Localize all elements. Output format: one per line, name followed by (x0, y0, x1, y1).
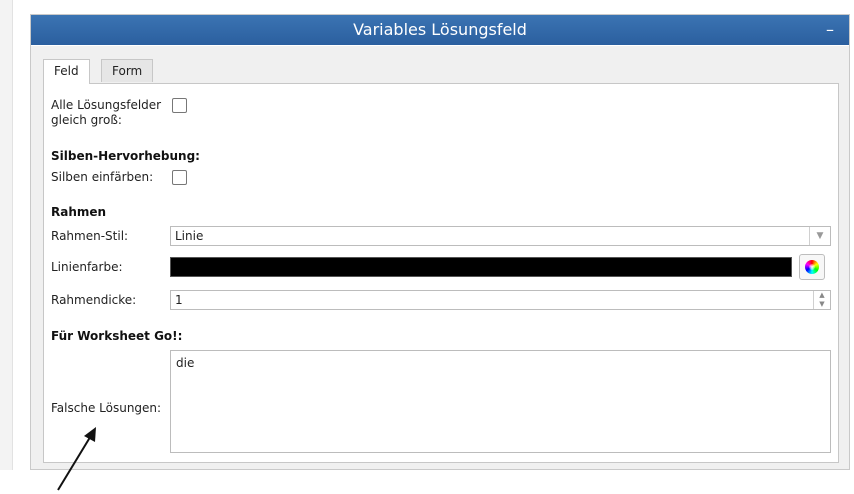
settings-panel: Variables Lösungsfeld – Feld Form Alle L… (30, 14, 850, 470)
thickness-stepper: ▲ ▼ (813, 291, 830, 309)
tab-content: Alle Lösungsfelder gleich groß: Silben-H… (43, 83, 839, 463)
frame-style-label: Rahmen-Stil: (51, 229, 129, 243)
panel-body: Feld Form Alle Lösungsfelder gleich groß… (31, 46, 849, 469)
syllable-color-checkbox[interactable] (172, 170, 187, 185)
same-size-checkbox[interactable] (172, 98, 187, 113)
line-color-label: Linienfarbe: (51, 260, 123, 274)
frame-style-value: Linie (175, 229, 204, 243)
chevron-down-icon: ▼ (809, 227, 830, 245)
frame-thickness-label: Rahmendicke: (51, 293, 137, 307)
frame-thickness-input[interactable]: 1 ▲ ▼ (170, 290, 831, 310)
wrong-solutions-label: Falsche Lösungen: (51, 401, 162, 415)
spin-up-icon[interactable]: ▲ (814, 291, 830, 300)
panel-titlebar: Variables Lösungsfeld – (31, 15, 849, 45)
worksheet-section-heading: Für Worksheet Go!: (51, 329, 183, 343)
syllable-section-heading: Silben-Hervorhebung: (51, 149, 200, 163)
syllable-color-label: Silben einfärben: (51, 170, 154, 184)
left-strip (0, 0, 13, 470)
tab-form[interactable]: Form (101, 59, 154, 82)
line-color-swatch[interactable] (170, 257, 792, 277)
color-picker-button[interactable] (799, 254, 825, 280)
frame-section-heading: Rahmen (51, 205, 107, 219)
tab-feld[interactable]: Feld (43, 59, 90, 84)
frame-thickness-value: 1 (175, 293, 183, 307)
frame-style-select[interactable]: Linie ▼ (170, 226, 831, 246)
same-size-label-line1: Alle Lösungsfelder (51, 98, 162, 112)
same-size-label-line2: gleich groß: (51, 113, 122, 127)
panel-title: Variables Lösungsfeld (353, 20, 527, 39)
wrong-solutions-textarea[interactable]: die (170, 350, 831, 453)
color-wheel-icon (805, 260, 819, 274)
spin-down-icon[interactable]: ▼ (814, 300, 830, 309)
collapse-button[interactable]: – (821, 15, 839, 45)
